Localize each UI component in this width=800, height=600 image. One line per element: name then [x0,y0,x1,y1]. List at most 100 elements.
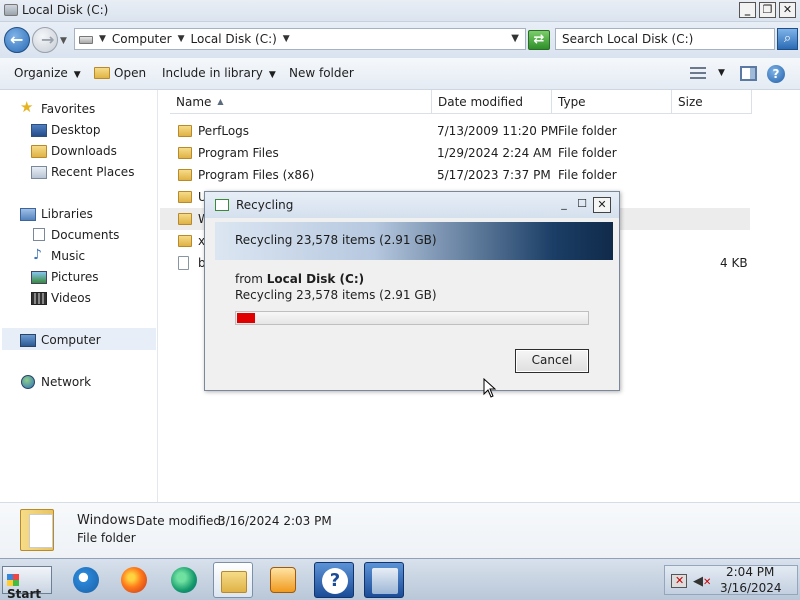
progress-bar [235,311,589,325]
documents-icon [33,228,45,241]
title-bar: Local Disk (C:) _ ❐ ✕ [0,0,800,22]
views-icon[interactable] [690,67,706,79]
downloads-icon [31,145,47,158]
volume-muted-icon[interactable]: ◀✕ [693,574,711,589]
sidebar-item-music[interactable]: Music [51,249,85,263]
column-header-name[interactable]: Name ▲ [170,90,432,114]
preview-pane-icon[interactable] [740,66,757,81]
file-type: File folder [558,168,617,182]
column-header-size[interactable]: Size [672,90,752,114]
sidebar-item-pictures[interactable]: Pictures [51,270,99,284]
back-button[interactable]: ← [4,27,30,53]
breadcrumb-local-disk[interactable]: Local Disk (C:) [191,32,277,46]
dialog-close-button[interactable]: ✕ [593,197,611,213]
maximize-button[interactable]: ❐ [759,2,776,18]
file-date: 1/29/2024 2:24 AM [437,146,552,160]
sidebar-item-network[interactable]: Network [41,375,91,389]
file-date: 7/13/2009 11:20 PM [437,124,559,138]
refresh-button[interactable]: ⇄ [528,30,550,50]
videos-icon [31,292,47,305]
recent-pages-dropdown[interactable]: ▼ [60,36,67,46]
file-name: Program Files (x86) [198,168,315,182]
chevron-down-icon[interactable]: ▼ [718,68,725,78]
sidebar-item-desktop[interactable]: Desktop [51,123,101,137]
minimize-button[interactable]: _ [739,2,756,18]
new-folder-button[interactable]: New folder [289,66,354,80]
start-label: Start [7,587,42,600]
edge-button[interactable] [164,562,204,598]
clock-time[interactable]: 2:04 PM [726,565,774,579]
forward-arrow-icon: → [41,30,55,49]
network-disconnected-icon[interactable] [671,574,687,588]
dialog-title-bar: Recycling _ ☐ ✕ [205,192,619,218]
details-type: File folder [77,531,136,545]
search-input[interactable]: Search Local Disk (C:) [555,28,775,50]
dialog-title: Recycling [236,198,294,212]
firefox-button[interactable] [114,562,154,598]
sidebar-item-videos[interactable]: Videos [51,291,91,305]
include-label: Include in library [162,66,263,80]
status-text: Recycling 23,578 items (2.91 GB) [235,288,437,302]
details-date-label: Date modified: [136,514,226,528]
chevron-down-icon[interactable]: ▼ [178,34,185,44]
dialog-minimize-button[interactable]: _ [555,197,573,213]
chevron-down-icon: ▼ [268,70,276,80]
address-dropdown[interactable]: ▼ [511,33,519,44]
music-icon: ♪ [33,247,42,263]
folder-icon [221,571,247,593]
media-player-button[interactable] [263,562,303,598]
organize-label: Organize [14,66,68,80]
cancel-button[interactable]: Cancel [515,349,589,373]
command-bar: Organize ▼ Open Include in library ▼ New f… [0,58,800,90]
address-bar[interactable]: ▼ Computer ▼ Local Disk (C:) ▼ ▼ [74,28,526,50]
column-header-type[interactable]: Type [552,90,672,114]
folder-icon [178,191,192,203]
sidebar-item-downloads[interactable]: Downloads [51,144,117,158]
details-date-value: 3/16/2024 2:03 PM [218,514,332,528]
breadcrumb-computer[interactable]: Computer [112,32,172,46]
help-button[interactable]: ? [314,562,354,598]
start-button[interactable]: Start [2,566,52,600]
sidebar-item-favorites[interactable]: Favorites [41,102,95,116]
media-player-icon [270,567,296,593]
table-row[interactable]: Program Files 1/29/2024 2:24 AM File fol… [160,142,750,164]
libraries-icon [20,208,36,221]
help-icon: ? [322,568,348,594]
from-line: from Local Disk (C:) [235,272,364,286]
pictures-icon [31,271,47,284]
from-prefix: from [235,272,263,286]
folder-icon [178,213,192,225]
help-icon[interactable]: ? [767,65,785,83]
folder-icon [178,125,192,137]
include-in-library-button[interactable]: Include in library ▼ [162,66,276,80]
folder-open-icon [94,67,110,79]
window-title: Local Disk (C:) [22,3,109,17]
address-row: ← → ▼ ▼ Computer ▼ Local Disk (C:) ▼ ▼ ⇄… [0,22,800,58]
action-center-button[interactable] [364,562,404,598]
file-type: File folder [558,146,617,160]
table-row[interactable]: Program Files (x86) 5/17/2023 7:37 PM Fi… [160,164,750,186]
dialog-maximize-button[interactable]: ☐ [573,197,591,213]
sidebar-item-documents[interactable]: Documents [51,228,119,242]
network-icon [21,375,35,389]
file-date: 5/17/2023 7:37 PM [437,168,551,182]
file-icon [178,256,189,270]
recent-places-icon [31,166,47,179]
explorer-button[interactable] [213,562,253,598]
internet-explorer-button[interactable] [66,562,106,598]
table-row[interactable]: PerfLogs 7/13/2009 11:20 PM File folder [160,120,750,142]
file-type: File folder [558,124,617,138]
chevron-down-icon[interactable]: ▼ [99,34,106,44]
sidebar-item-libraries[interactable]: Libraries [41,207,93,221]
forward-button[interactable]: → [32,27,58,53]
column-header-date[interactable]: Date modified [432,90,552,114]
close-button[interactable]: ✕ [779,2,796,18]
clock-date[interactable]: 3/16/2024 [720,581,782,595]
sidebar-item-computer[interactable]: Computer [41,333,101,347]
open-button[interactable]: Open [94,66,146,80]
organize-button[interactable]: Organize ▼ [14,66,81,80]
search-icon[interactable]: ⌕ [777,28,798,50]
chevron-down-icon[interactable]: ▼ [283,34,290,44]
folder-icon [20,509,54,551]
sidebar-item-recent-places[interactable]: Recent Places [51,165,134,179]
